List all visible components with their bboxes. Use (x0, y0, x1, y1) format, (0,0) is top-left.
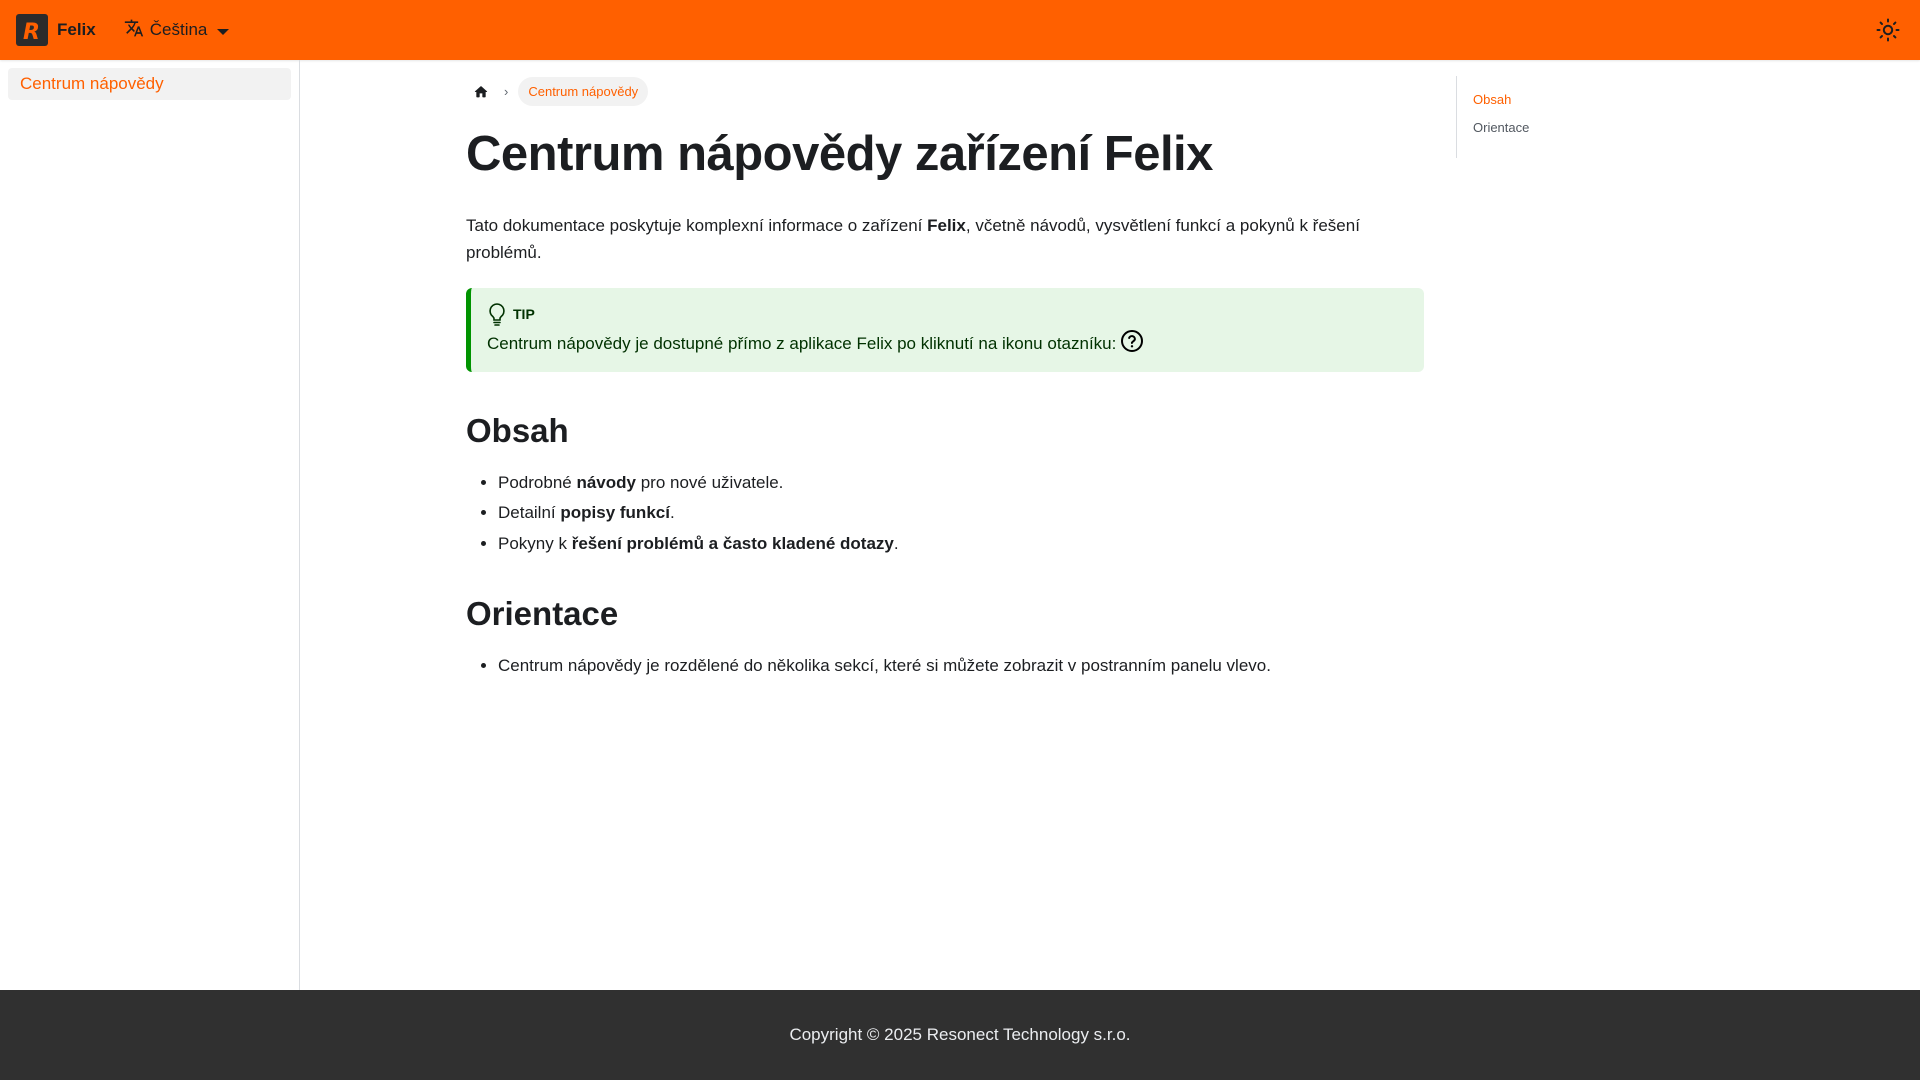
brand-name: Felix (57, 20, 96, 39)
list-item-bold: popisy funkcí (560, 503, 670, 523)
list-item-text: Detailní (498, 503, 561, 523)
tip-text: Centrum nápovědy je dostupné přímo z apl… (487, 333, 1117, 353)
breadcrumb-home[interactable] (466, 77, 496, 107)
list-item: Podrobné návody pro nové uživatele. (498, 468, 1424, 499)
svg-text:R: R (23, 20, 40, 43)
breadcrumb-current[interactable]: Centrum nápovědy (518, 77, 649, 106)
tip-heading: TIP (487, 302, 1408, 326)
logo: R (16, 14, 48, 46)
sidebar-item-centrum-napovedy[interactable]: Centrum nápovědy (8, 68, 291, 100)
list-item-text: . (893, 533, 899, 553)
list-item: Pokyny k řešení problémů a často kladené… (498, 529, 1424, 560)
theme-toggle-button[interactable] (1874, 16, 1902, 44)
main-content: › Centrum nápovědy Centrum nápovědy zaří… (466, 60, 1424, 682)
home-icon (474, 85, 488, 97)
brand-link[interactable]: R Felix (16, 14, 96, 46)
list-item-text: pro nové uživatele. (635, 472, 784, 492)
list-item-bold: návody (576, 472, 636, 492)
sidebar: Centrum nápovědy (0, 60, 300, 990)
intro-bold-felix: Felix (927, 215, 966, 235)
intro-paragraph: Tato dokumentace poskytuje komplexní inf… (466, 212, 1396, 266)
section-heading-obsah: Obsah (466, 411, 569, 449)
copyright-text: Copyright © 2025 Resonect Technology s.r… (789, 1025, 1131, 1044)
list-item-text: . (669, 503, 675, 523)
translate-icon (124, 18, 144, 43)
table-of-contents: Obsah Orientace (1456, 76, 1656, 158)
list-item: Detailní popisy funkcí. (498, 498, 1424, 529)
tip-admonition: TIP Centrum nápovědy je dostupné přímo z… (466, 287, 1424, 372)
chevron-right-icon: › (504, 84, 509, 99)
section-heading-orientace: Orientace (466, 595, 619, 633)
obsah-list: Podrobné návody pro nové uživatele. Deta… (466, 468, 1424, 560)
list-item-text: Podrobné (498, 472, 577, 492)
footer: Copyright © 2025 Resonect Technology s.r… (0, 990, 1920, 1080)
orientace-list: Centrum nápovědy je rozdělené do několik… (466, 651, 1424, 682)
sun-icon (1876, 18, 1900, 42)
language-dropdown[interactable]: Čeština (124, 18, 230, 43)
toc-item-orientace[interactable]: Orientace (1473, 120, 1656, 135)
lightbulb-icon (489, 302, 505, 326)
language-label: Čeština (149, 20, 208, 39)
list-item-text: Pokyny k (498, 533, 572, 553)
question-circle-icon (1120, 329, 1144, 353)
list-item-bold: řešení problémů a často kladené dotazy (571, 533, 894, 553)
navbar: R Felix Čeština (0, 0, 1920, 60)
tip-label: TIP (513, 305, 535, 322)
logo-r-icon: R (23, 20, 40, 43)
chevron-down-icon (217, 28, 230, 35)
intro-text-start: Tato dokumentace poskytuje komplexní inf… (466, 215, 928, 235)
tip-body: Centrum nápovědy je dostupné přímo z apl… (487, 329, 1408, 354)
page-title: Centrum nápovědy zařízení Felix (466, 127, 1213, 181)
list-item: Centrum nápovědy je rozdělené do několik… (498, 651, 1424, 682)
breadcrumb: › Centrum nápovědy (466, 76, 1424, 107)
toc-item-obsah[interactable]: Obsah (1473, 92, 1656, 107)
